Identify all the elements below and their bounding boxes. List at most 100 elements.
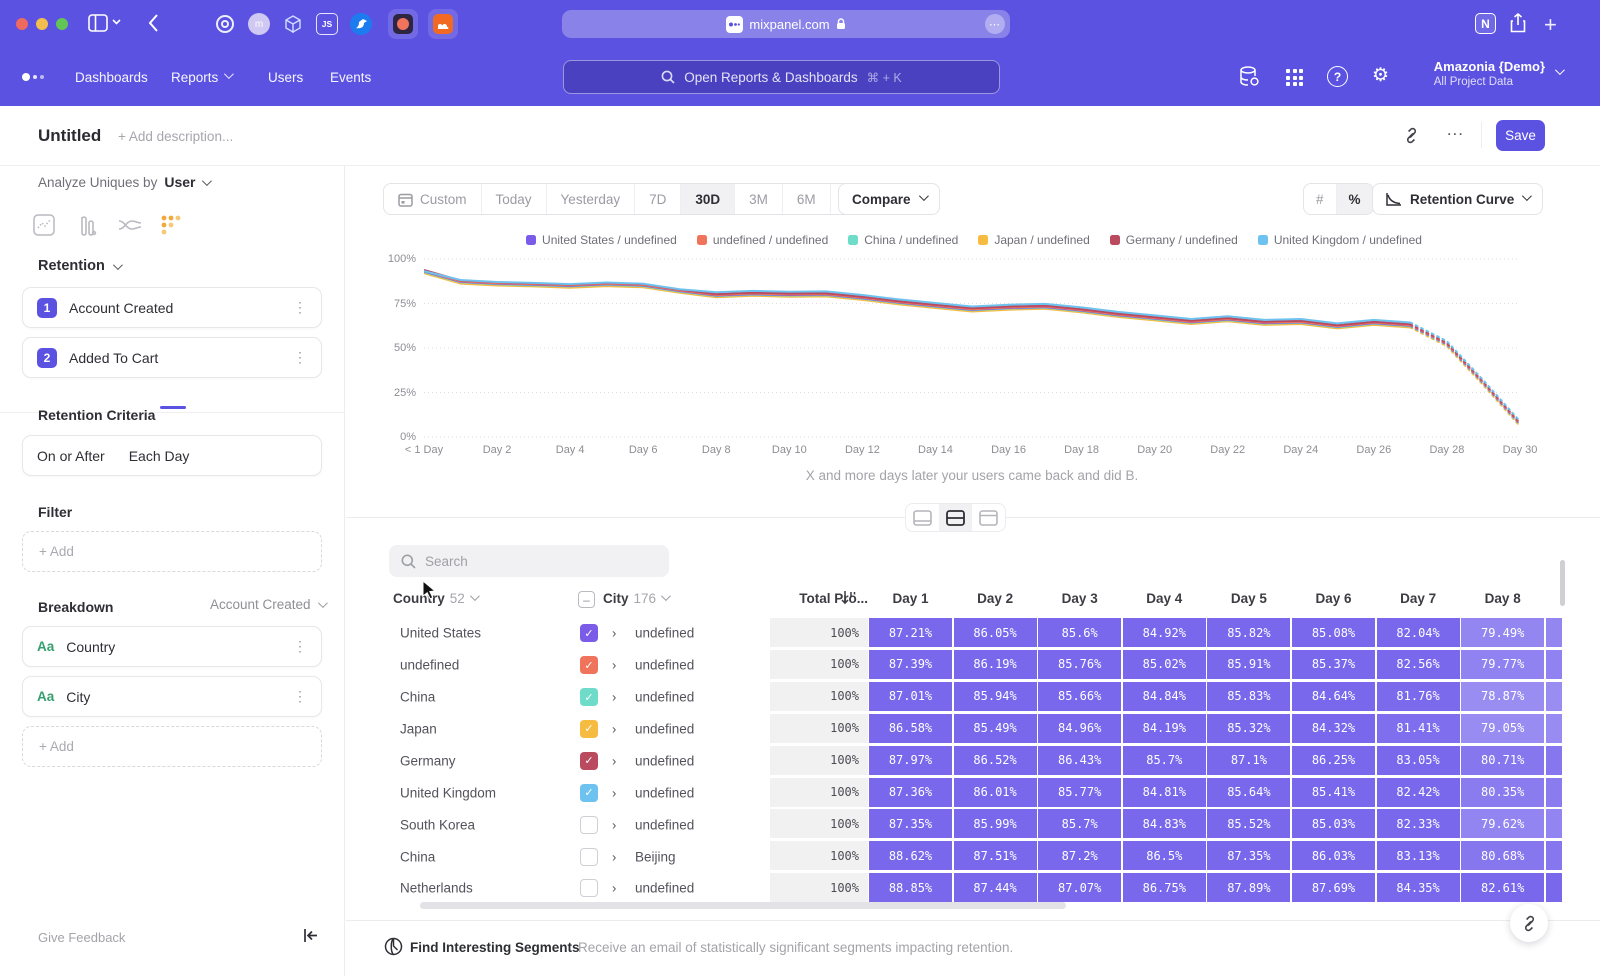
tab-insights[interactable] xyxy=(33,214,55,241)
row-checkbox[interactable]: ✓ xyxy=(580,656,598,674)
retention-cell[interactable]: 87.1% xyxy=(1207,746,1290,775)
expand-row-icon[interactable]: › xyxy=(612,721,616,736)
page-settings-icon[interactable]: ⋯ xyxy=(985,14,1005,34)
view-expanded-icon[interactable] xyxy=(906,504,939,531)
global-search-button[interactable]: Open Reports & Dashboards ⌘ + K xyxy=(563,60,1000,94)
extension-bird-icon[interactable] xyxy=(350,13,372,35)
retention-cell[interactable]: 85.08% xyxy=(1292,618,1375,647)
range-3m[interactable]: 3M xyxy=(735,184,783,214)
retention-cell[interactable]: 86.03% xyxy=(1292,841,1375,870)
extension-soundcloud-icon[interactable] xyxy=(428,9,458,39)
extension-raycast-icon[interactable] xyxy=(388,9,418,39)
nav-reports[interactable]: Reports xyxy=(171,48,231,106)
retention-cell[interactable]: 85.7% xyxy=(1123,746,1206,775)
compare-button[interactable]: Compare xyxy=(838,183,940,215)
retention-cell[interactable]: 85.03% xyxy=(1292,809,1375,838)
retention-cell[interactable]: 88.85% xyxy=(869,873,952,902)
retention-cell-partial[interactable] xyxy=(1546,650,1562,679)
retention-cell[interactable]: 87.21% xyxy=(869,618,952,647)
retention-cell[interactable]: 88.62% xyxy=(869,841,952,870)
legend-item[interactable]: China / undefined xyxy=(848,233,958,247)
step-added-to-cart[interactable]: 2 Added To Cart ⋮ xyxy=(22,337,322,378)
retention-cell[interactable]: 84.32% xyxy=(1292,714,1375,743)
retention-cell[interactable]: 86.5% xyxy=(1123,841,1206,870)
legend-item[interactable]: Japan / undefined xyxy=(978,233,1089,247)
sidebar-toggle-icon[interactable] xyxy=(88,14,108,32)
retention-cell[interactable]: 87.36% xyxy=(869,778,952,807)
retention-cell[interactable]: 86.43% xyxy=(1038,746,1121,775)
extension-cube-icon[interactable] xyxy=(282,13,304,35)
retention-cell[interactable]: 84.96% xyxy=(1038,714,1121,743)
retention-cell[interactable]: 82.33% xyxy=(1377,809,1460,838)
retention-cell[interactable]: 87.39% xyxy=(869,650,952,679)
retention-cell[interactable]: 85.91% xyxy=(1207,650,1290,679)
retention-cell[interactable]: 87.35% xyxy=(1207,841,1290,870)
expand-row-icon[interactable]: › xyxy=(612,658,616,673)
retention-cell[interactable]: 86.19% xyxy=(954,650,1037,679)
retention-cell[interactable]: 80.71% xyxy=(1461,746,1544,775)
range-6m[interactable]: 6M xyxy=(783,184,831,214)
criteria-each-day[interactable]: Each Day xyxy=(129,448,190,464)
retention-cell[interactable]: 85.66% xyxy=(1038,682,1121,711)
tab-funnels[interactable] xyxy=(76,214,98,241)
expand-row-icon[interactable]: › xyxy=(612,753,616,768)
retention-cell[interactable]: 85.99% xyxy=(954,809,1037,838)
breakdown-event-dropdown[interactable]: Account Created xyxy=(210,597,325,612)
nav-users[interactable]: Users xyxy=(268,48,303,106)
view-split-icon[interactable] xyxy=(939,504,972,531)
save-button[interactable]: Save xyxy=(1496,120,1545,151)
retention-cell[interactable]: 84.64% xyxy=(1292,682,1375,711)
collapse-sidebar-icon[interactable] xyxy=(303,928,319,948)
retention-cell[interactable]: 85.76% xyxy=(1038,650,1121,679)
retention-cell[interactable]: 84.19% xyxy=(1123,714,1206,743)
retention-cell[interactable]: 87.51% xyxy=(954,841,1037,870)
view-table-icon[interactable] xyxy=(972,504,1005,531)
retention-cell[interactable]: 84.81% xyxy=(1123,778,1206,807)
row-checkbox[interactable]: ✓ xyxy=(580,784,598,802)
retention-cell[interactable]: 86.05% xyxy=(954,618,1037,647)
retention-cell[interactable]: 85.7% xyxy=(1038,809,1121,838)
retention-cell[interactable]: 79.77% xyxy=(1461,650,1544,679)
nav-events[interactable]: Events xyxy=(330,48,371,106)
retention-cell[interactable]: 85.52% xyxy=(1207,809,1290,838)
retention-cell[interactable]: 84.84% xyxy=(1123,682,1206,711)
share-icon[interactable] xyxy=(1510,13,1526,33)
select-all-checkbox[interactable]: – xyxy=(578,591,595,608)
row-checkbox[interactable] xyxy=(580,848,598,866)
find-segments-label[interactable]: Find Interesting Segments xyxy=(410,940,580,955)
retention-cell-partial[interactable] xyxy=(1546,746,1562,775)
day-column-header[interactable]: Day 7 xyxy=(1377,591,1460,606)
row-checkbox[interactable] xyxy=(580,879,598,897)
legend-item[interactable]: United States / undefined xyxy=(526,233,677,247)
row-checkbox[interactable]: ✓ xyxy=(580,624,598,642)
range-yesterday[interactable]: Yesterday xyxy=(547,184,636,214)
breakdown-city[interactable]: Aa City ⋮ xyxy=(22,676,322,717)
retention-cell[interactable]: 85.64% xyxy=(1207,778,1290,807)
retention-cell-partial[interactable] xyxy=(1546,618,1562,647)
day-column-header[interactable]: Day 3 xyxy=(1038,591,1121,606)
retention-cell-partial[interactable] xyxy=(1546,841,1562,870)
retention-cell[interactable]: 87.89% xyxy=(1207,873,1290,902)
unit-percent-option[interactable]: % xyxy=(1337,184,1373,214)
retention-cell[interactable]: 82.56% xyxy=(1377,650,1460,679)
retention-cell[interactable]: 80.35% xyxy=(1461,778,1544,807)
retention-cell[interactable]: 81.41% xyxy=(1377,714,1460,743)
horizontal-scrollbar[interactable] xyxy=(420,902,1066,909)
row-checkbox[interactable]: ✓ xyxy=(580,752,598,770)
add-breakdown-button[interactable]: + Add xyxy=(22,726,322,767)
retention-cell[interactable]: 87.44% xyxy=(954,873,1037,902)
add-filter-button[interactable]: + Add xyxy=(22,531,322,572)
add-description-field[interactable]: + Add description... xyxy=(118,129,233,144)
retention-cell-partial[interactable] xyxy=(1546,809,1562,838)
address-bar[interactable]: mixpanel.com ⋯ xyxy=(562,10,1010,38)
day-column-header[interactable]: Day 1 xyxy=(869,591,952,606)
chevron-down-icon[interactable] xyxy=(112,19,121,25)
help-icon[interactable]: ? xyxy=(1327,66,1348,87)
retention-line-chart[interactable] xyxy=(424,257,1520,439)
legend-item[interactable]: United Kingdom / undefined xyxy=(1258,233,1422,247)
step-account-created[interactable]: 1 Account Created ⋮ xyxy=(22,287,322,328)
city-column-header[interactable]: City176 xyxy=(603,591,668,606)
legend-item[interactable]: undefined / undefined xyxy=(697,233,828,247)
day-column-header[interactable]: Day 8 xyxy=(1461,591,1544,606)
settings-gear-icon[interactable]: ⚙ xyxy=(1372,64,1389,87)
